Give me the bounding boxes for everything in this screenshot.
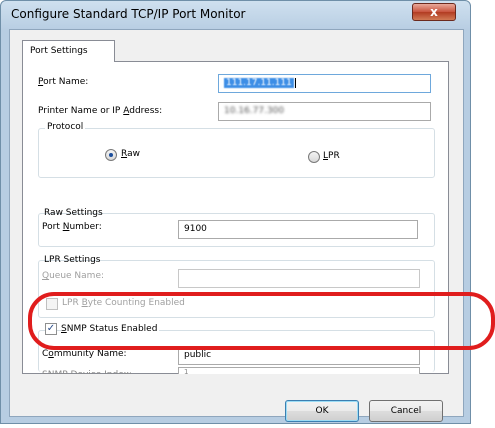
- printer-address-label: Printer Name or IP Address:: [38, 106, 163, 116]
- port-name-field[interactable]: 111.17.11.111: [218, 74, 431, 93]
- snmp-device-index-field[interactable]: 1: [178, 367, 420, 374]
- protocol-group-label: Protocol: [45, 122, 86, 132]
- port-number-field[interactable]: 9100: [178, 220, 418, 239]
- dialog-client-area: Port Settings Port Name: 111.17.11.111 P…: [9, 29, 464, 422]
- community-name-label: Community Name:: [42, 349, 127, 359]
- window-title: Configure Standard TCP/IP Port Monitor: [11, 7, 246, 21]
- close-button[interactable]: x: [412, 3, 456, 21]
- lpr-radio-label[interactable]: LPR: [323, 151, 340, 161]
- lpr-radio[interactable]: [308, 151, 320, 163]
- lpr-settings-group-label: LPR Settings: [44, 255, 101, 265]
- red-highlight-annotation: [28, 292, 495, 350]
- snmp-device-index-label: SNMP Device Index:: [42, 370, 132, 374]
- ok-button[interactable]: OK: [285, 400, 359, 422]
- snmp-device-index-value: 1: [184, 368, 189, 374]
- port-number-label: Port Number:: [42, 222, 102, 232]
- title-bar[interactable]: Configure Standard TCP/IP Port Monitor x: [1, 1, 470, 27]
- port-number-value: 9100: [184, 224, 207, 234]
- community-name-value: public: [184, 350, 212, 360]
- raw-settings-group-label: Raw Settings: [44, 208, 103, 218]
- raw-radio[interactable]: [105, 149, 117, 161]
- port-name-value: 111.17.11.111: [224, 78, 294, 88]
- printer-address-value: 10.16.77.300: [224, 106, 285, 116]
- queue-name-field[interactable]: [178, 269, 420, 288]
- dialog-window: Configure Standard TCP/IP Port Monitor x…: [0, 0, 471, 424]
- cancel-button[interactable]: Cancel: [369, 400, 443, 422]
- port-name-label: Port Name:: [38, 77, 89, 87]
- protocol-group: Protocol Raw LPR: [38, 122, 435, 178]
- printer-address-field[interactable]: 10.16.77.300: [218, 102, 431, 121]
- queue-name-label: Queue Name:: [42, 271, 105, 281]
- raw-radio-label[interactable]: Raw: [121, 149, 140, 159]
- tab-port-settings[interactable]: Port Settings: [22, 40, 115, 62]
